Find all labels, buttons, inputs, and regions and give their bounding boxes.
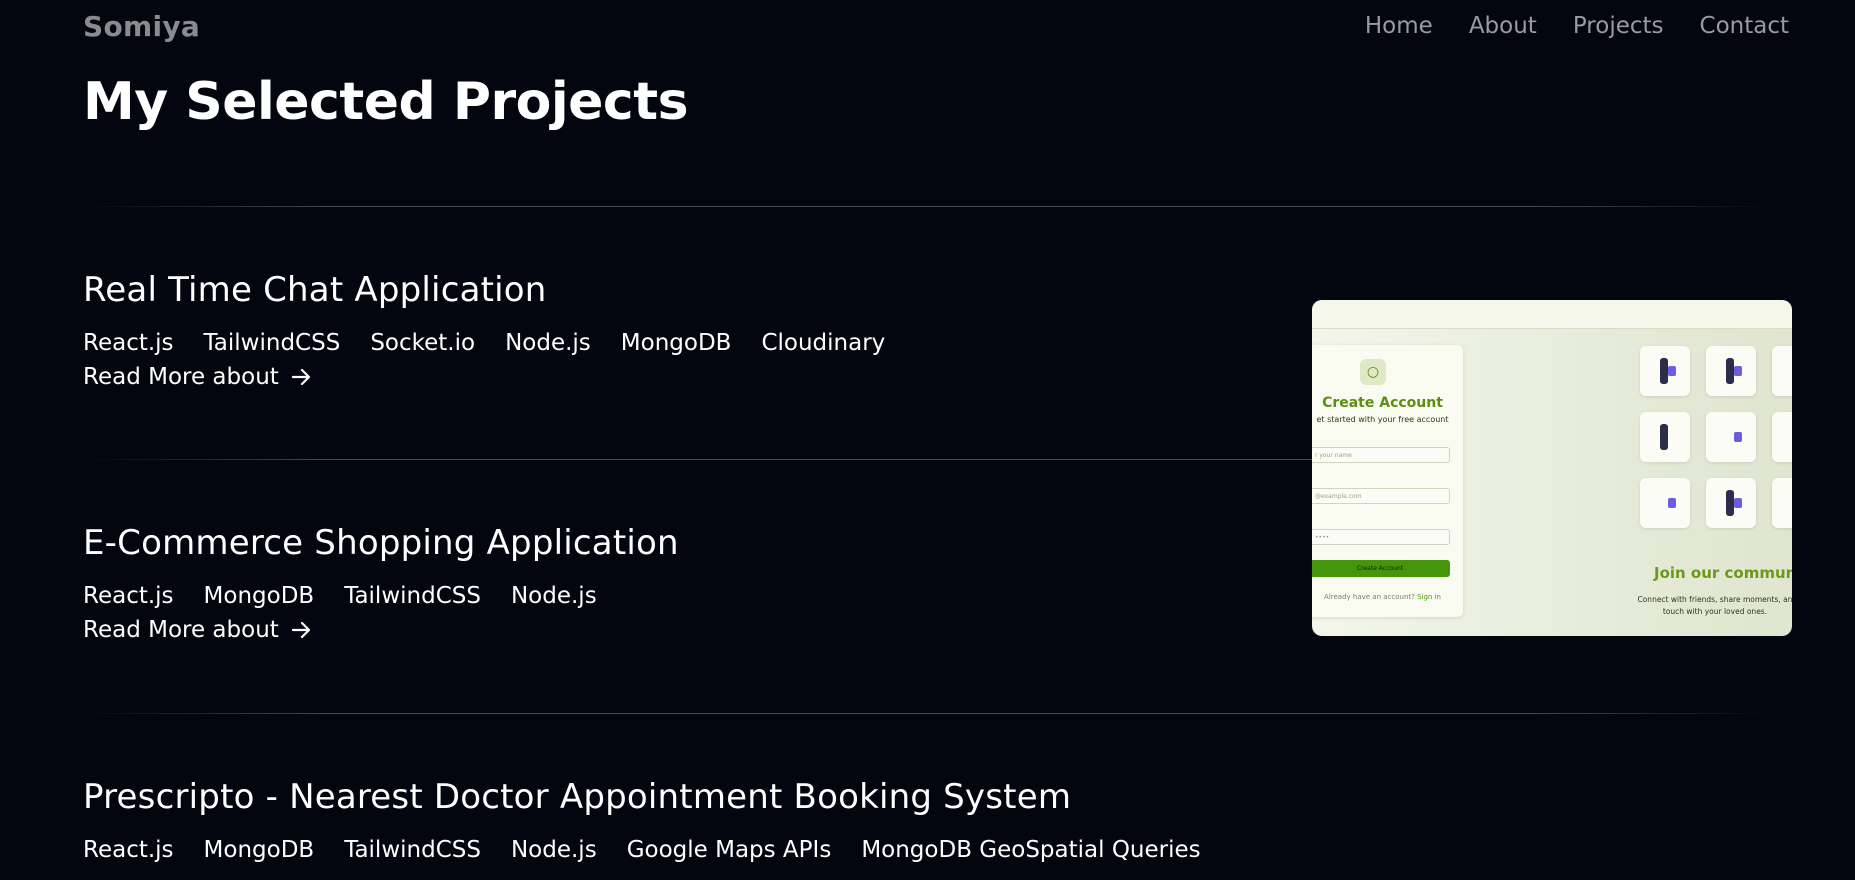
tech-tag: TailwindCSS bbox=[203, 330, 341, 356]
illustration-tile bbox=[1706, 412, 1756, 462]
join-subtitle: Connect with friends, share moments, an … bbox=[1637, 595, 1792, 616]
nav-link-about[interactable]: About bbox=[1469, 13, 1537, 39]
tech-tag: MongoDB bbox=[203, 583, 315, 609]
arrow-right-icon bbox=[291, 621, 310, 639]
signup-card: ○ Create Account et started with your fr… bbox=[1312, 345, 1463, 617]
illustration-tile bbox=[1640, 478, 1690, 528]
create-account-button: Create Account bbox=[1312, 560, 1450, 577]
tech-tag: Socket.io bbox=[370, 330, 476, 356]
tech-list: React.js MongoDB TailwindCSS Node.js Goo… bbox=[83, 837, 1201, 863]
chat-icon: ○ bbox=[1360, 359, 1386, 385]
nav-links: Home About Projects Contact bbox=[1365, 13, 1789, 39]
project-item-chat: Real Time Chat Application React.js Tail… bbox=[83, 270, 885, 390]
tech-tag: Node.js bbox=[505, 330, 591, 356]
signin-link: Sign in bbox=[1417, 593, 1441, 601]
read-more-label: Read More about bbox=[83, 617, 279, 643]
section-divider bbox=[83, 206, 1773, 207]
email-field: @example.com bbox=[1312, 488, 1450, 504]
arrow-right-icon bbox=[291, 368, 310, 386]
illustration-tile bbox=[1706, 346, 1756, 396]
section-divider bbox=[83, 713, 1773, 714]
illustration-tile bbox=[1772, 412, 1792, 462]
top-nav: Somiya Home About Projects Contact bbox=[0, 0, 1855, 56]
nav-link-home[interactable]: Home bbox=[1365, 13, 1433, 39]
tech-tag: TailwindCSS bbox=[344, 837, 481, 863]
illustration-tile bbox=[1772, 346, 1792, 396]
site-logo[interactable]: Somiya bbox=[83, 10, 200, 43]
project-item-prescripto: Prescripto - Nearest Doctor Appointment … bbox=[83, 777, 1201, 863]
project-title: Prescripto - Nearest Doctor Appointment … bbox=[83, 777, 1072, 817]
page-title: My Selected Projects bbox=[83, 72, 689, 132]
illustration-tile bbox=[1706, 478, 1756, 528]
tech-tag: MongoDB GeoSpatial Queries bbox=[861, 837, 1201, 863]
join-title: Join our communi bbox=[1654, 564, 1792, 582]
tech-tag: React.js bbox=[83, 583, 174, 609]
tech-tag: React.js bbox=[83, 330, 174, 356]
card-subtitle: et started with your free account bbox=[1316, 415, 1449, 424]
illustration-tile bbox=[1640, 412, 1690, 462]
name-field: r your name bbox=[1312, 447, 1450, 463]
illustration-tile bbox=[1640, 346, 1690, 396]
nav-link-projects[interactable]: Projects bbox=[1573, 13, 1664, 39]
read-more-link[interactable]: Read More about bbox=[83, 364, 313, 390]
preview-topbar bbox=[1312, 300, 1792, 329]
illustration-tile bbox=[1772, 478, 1792, 528]
tech-tag: Node.js bbox=[510, 583, 597, 609]
tech-tag: TailwindCSS bbox=[344, 583, 481, 609]
password-field: •••• bbox=[1312, 529, 1450, 545]
tech-tag: MongoDB bbox=[620, 330, 732, 356]
tech-tag: React.js bbox=[83, 837, 174, 863]
tech-list: React.js TailwindCSS Socket.io Node.js M… bbox=[83, 330, 885, 356]
signin-prompt: Already have an account? bbox=[1324, 593, 1415, 601]
nav-link-contact[interactable]: Contact bbox=[1700, 13, 1789, 39]
project-title: Real Time Chat Application bbox=[83, 270, 547, 310]
read-more-link[interactable]: Read More about bbox=[83, 617, 313, 643]
tech-tag: Google Maps APIs bbox=[626, 837, 832, 863]
read-more-label: Read More about bbox=[83, 364, 279, 390]
project-title: E-Commerce Shopping Application bbox=[83, 523, 679, 563]
tech-tag: Cloudinary bbox=[761, 330, 886, 356]
tech-tag: Node.js bbox=[510, 837, 597, 863]
signin-text: Already have an account? Sign in bbox=[1312, 593, 1463, 601]
project-preview-image: ○ Create Account et started with your fr… bbox=[1312, 300, 1792, 636]
card-title: Create Account bbox=[1322, 395, 1443, 411]
tech-list: React.js MongoDB TailwindCSS Node.js bbox=[83, 583, 679, 609]
tech-tag: MongoDB bbox=[203, 837, 315, 863]
project-item-ecommerce: E-Commerce Shopping Application React.js… bbox=[83, 523, 679, 643]
